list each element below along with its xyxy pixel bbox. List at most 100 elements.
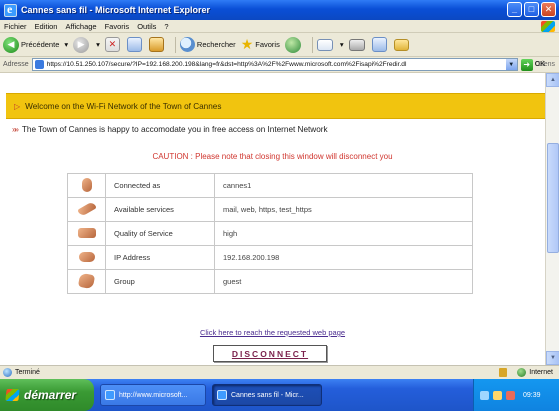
refresh-icon [126,37,142,52]
menu-tools[interactable]: Outils [137,22,156,31]
status-bar: Terminé Internet [0,365,559,379]
menu-bar: Fichier Edition Affichage Favoris Outils… [0,20,559,33]
row-value: 192.168.200.198 [214,245,473,270]
stop-icon: ✕ [104,37,120,52]
volume-icon[interactable] [493,390,502,400]
double-arrow-icon: »» [12,125,19,134]
stop-button[interactable]: ✕ [104,37,122,52]
clock: 09:39 [523,391,541,399]
forward-button[interactable]: ▶ [73,36,91,53]
links-label[interactable]: Liens [538,61,555,68]
start-button[interactable]: démarrer [0,379,94,411]
disconnect-button[interactable]: DISCONNECT [213,345,327,362]
favorites-button[interactable]: ★ Favoris [241,36,280,53]
address-input[interactable] [46,61,507,68]
internet-zone-icon [517,368,527,377]
ip-icon [78,251,95,262]
forward-arrow-icon: ▶ [73,36,90,53]
folder-button[interactable] [393,38,411,51]
windows-logo-icon [541,21,555,32]
folder-icon [393,38,409,51]
hand-icon [81,177,92,192]
services-icon [76,200,97,217]
menu-view[interactable]: Affichage [65,22,96,31]
favorites-label: Favoris [255,40,280,49]
task-label: http://www.microsoft... [119,391,188,399]
intro-line: »» The Town of Cannes is happy to accomo… [12,125,328,134]
table-row: IP Address 192.168.200.198 [67,245,473,270]
taskbar-item-microsoft[interactable]: http://www.microsoft... [100,384,206,406]
scrollbar-thumb[interactable] [547,143,559,253]
close-button[interactable]: ✕ [541,2,556,17]
back-dropdown[interactable]: ▾ [64,40,68,49]
menu-file[interactable]: Fichier [4,22,27,31]
table-row: Quality of Service high [67,221,473,246]
back-label: Précédente [21,40,60,49]
row-label: Group [105,269,215,294]
menu-edit[interactable]: Edition [35,22,58,31]
minimize-button[interactable]: _ [507,2,522,17]
table-row: Connected as cannes1 [67,173,473,198]
home-icon [148,37,164,52]
toolbar: ◀ Précédente ▾ ▶ ▾ ✕ Rechercher ★ Favori… [0,33,559,57]
welcome-banner: ▷ Welcome on the Wi-Fi Network of the To… [6,93,545,119]
system-tray: 09:39 [473,379,559,411]
menu-help[interactable]: ? [164,22,168,31]
table-row: Available services mail, web, https, tes… [67,197,473,222]
go-arrow-icon: ➜ [520,58,533,71]
quality-icon [77,227,96,238]
mail-dropdown[interactable]: ▾ [340,40,344,49]
intro-text: The Town of Cannes is happy to accomodat… [21,125,328,134]
window-titlebar[interactable]: Cannes sans fil - Microsoft Internet Exp… [0,0,559,20]
media-button[interactable] [284,36,303,53]
arrow-right-icon: ▷ [14,101,21,111]
internet-explorer-icon [4,2,17,17]
row-label: Quality of Service [105,221,215,246]
maximize-button[interactable]: □ [524,2,539,17]
search-button[interactable]: Rechercher [179,37,236,52]
page-done-icon [3,368,12,377]
forward-dropdown[interactable]: ▾ [96,40,100,49]
banner-text: Welcome on the Wi-Fi Network of the Town… [25,101,222,111]
window-title: Cannes sans fil - Microsoft Internet Exp… [21,5,211,15]
internet-explorer-icon [217,390,227,400]
menu-favorites[interactable]: Favoris [105,22,130,31]
taskbar-item-cannes[interactable]: Cannes sans fil - Micr... [212,384,322,406]
taskbar: démarrer http://www.microsoft... Cannes … [0,379,559,411]
internet-explorer-icon [105,390,115,400]
page-icon [34,60,44,69]
mail-button[interactable] [316,38,335,51]
scroll-down-icon[interactable]: ▼ [546,351,559,365]
favorites-star-icon: ★ [240,36,254,52]
toolbar-separator [174,36,176,53]
windows-flag-icon [5,389,20,401]
reach-requested-page-link[interactable]: Click here to reach the requested web pa… [0,328,545,337]
address-dropdown-icon[interactable]: ▼ [505,59,517,70]
network-icon[interactable] [480,390,489,400]
home-button[interactable] [148,37,166,52]
mail-icon [316,38,333,51]
toolbar-separator [311,36,313,53]
vertical-scrollbar[interactable]: ▲ ▼ [545,73,559,365]
status-text: Terminé [15,369,40,376]
status-zone: Internet [499,368,553,377]
edit-button[interactable] [371,37,389,52]
back-arrow-icon: ◀ [3,36,19,53]
security-icon[interactable] [506,390,515,400]
address-bar: Adresse ▼ ➜ OK Liens [0,57,559,73]
refresh-button[interactable] [126,37,144,52]
edit-page-icon [371,37,387,52]
print-button[interactable] [348,38,367,51]
print-icon [348,38,365,51]
row-value: high [214,221,473,246]
row-label: IP Address [105,245,215,270]
scroll-up-icon[interactable]: ▲ [546,73,559,87]
task-label: Cannes sans fil - Micr... [231,391,304,399]
table-row: Group guest [67,269,473,294]
back-button[interactable]: ◀ Précédente [3,36,60,53]
address-field[interactable]: ▼ [31,58,518,71]
start-label: démarrer [24,388,77,402]
row-value: cannes1 [214,173,473,198]
lock-icon[interactable] [499,368,508,377]
connection-info-table: Connected as cannes1 Available services … [67,173,473,294]
